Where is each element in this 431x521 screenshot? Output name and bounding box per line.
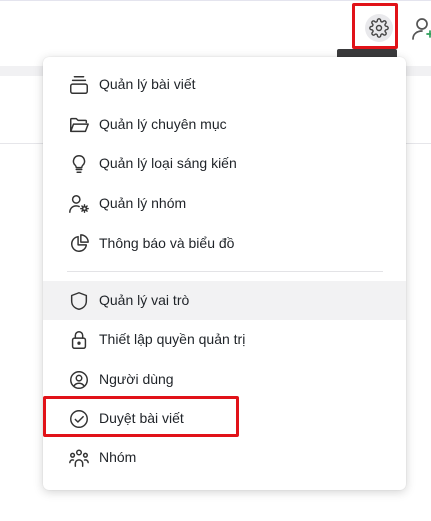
lightbulb-icon [67,152,91,176]
menu-item-label: Quản lý bài viết [99,76,196,92]
menu-item-manage-groups[interactable]: Quản lý nhóm [43,184,406,223]
pie-chart-icon [67,232,91,256]
menu-item-notifications-charts[interactable]: Thông báo và biểu đồ [43,224,406,263]
lock-icon [67,328,91,352]
user-circle-icon [67,368,91,392]
user-gear-icon [67,192,91,216]
menu-item-users[interactable]: Người dùng [43,360,406,399]
menu-item-approve-articles[interactable]: Duyệt bài viết [43,399,406,438]
settings-button[interactable] [365,14,393,42]
group-icon [67,446,91,470]
menu-item-label: Thông báo và biểu đồ [99,235,235,251]
check-circle-icon [67,407,91,431]
folder-icon [67,113,91,137]
menu-item-label: Nhóm [99,449,137,465]
menu-item-label: Quản lý loại sáng kiến [99,155,237,171]
menu-item-label: Duyệt bài viết [99,410,184,426]
menu-item-manage-initiative-types[interactable]: Quản lý loại sáng kiến [43,144,406,183]
menu-item-manage-categories[interactable]: Quản lý chuyên mục [43,105,406,144]
user-add-icon[interactable] [410,14,431,42]
gear-icon [369,18,389,38]
menu-item-label: Quản lý chuyên mục [99,116,227,132]
menu-item-label: Quản lý vai trò [99,292,190,308]
menu-item-groups[interactable]: Nhóm [43,438,406,477]
menu-item-manage-articles[interactable]: Quản lý bài viết [43,65,406,104]
top-border [0,0,431,6]
articles-icon [67,73,91,97]
menu-item-label: Thiết lập quyền quản trị [99,331,246,347]
menu-item-label: Người dùng [99,371,174,387]
menu-item-manage-roles[interactable]: Quản lý vai trò [43,281,406,320]
shield-icon [67,289,91,313]
menu-divider [67,271,383,272]
menu-item-label: Quản lý nhóm [99,195,187,211]
menu-item-admin-permissions[interactable]: Thiết lập quyền quản trị [43,320,406,359]
settings-dropdown-menu: Quản lý bài viết Quản lý chuyên mục Quản… [43,57,406,490]
